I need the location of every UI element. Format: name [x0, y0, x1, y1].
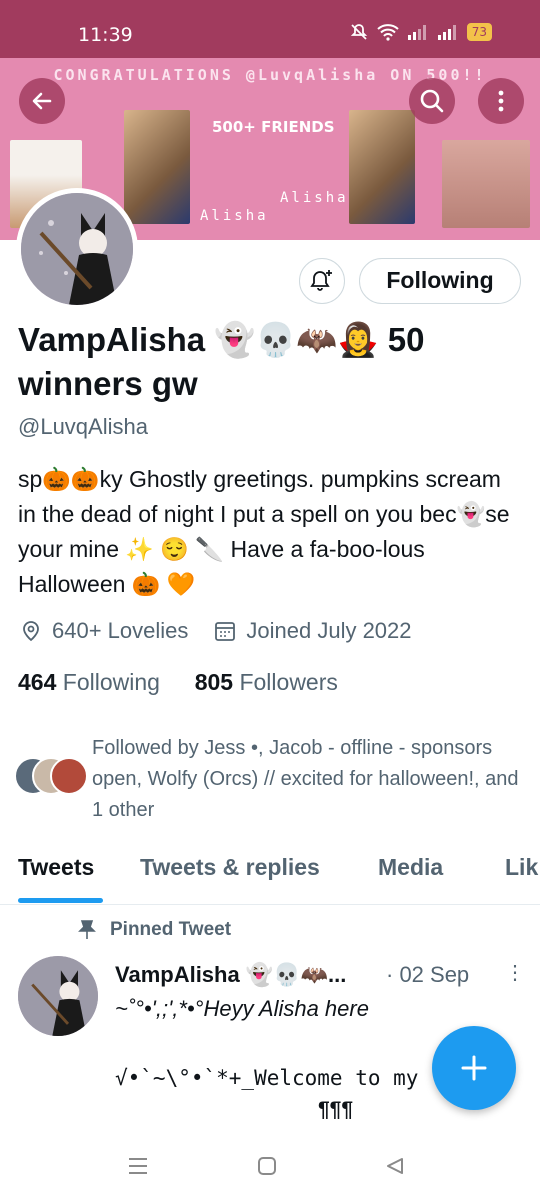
tweet-text-line: ¶¶¶: [318, 1098, 354, 1121]
follow-counts: 464 Following 805 Followers: [18, 669, 338, 696]
mute-icon: [350, 24, 367, 40]
avatar-illustration: [21, 193, 133, 305]
pinned-label: Pinned Tweet: [110, 919, 232, 940]
tweet-date: · 02 Sep: [386, 962, 470, 987]
bell-plus-icon: [310, 270, 332, 291]
banner-photo-bear-cat: [442, 140, 530, 228]
following-label: Following: [62, 669, 160, 695]
banner-friends-text: 500+ FRIENDS: [212, 118, 335, 136]
followed-by-avatars[interactable]: [14, 757, 88, 795]
more-vertical-icon: [498, 90, 504, 112]
following-link[interactable]: 464 Following: [18, 669, 160, 695]
status-icons: 73: [349, 22, 492, 42]
joined-date: Joined July 2022: [246, 618, 412, 643]
back-triangle-icon[interactable]: [385, 1156, 405, 1176]
following-button[interactable]: Following: [359, 258, 521, 304]
profile-meta: 640+ Lovelies Joined July 2022: [20, 618, 412, 644]
status-time: 11:39: [78, 24, 133, 46]
profile-bio: sp🎃🎃ky Ghostly greetings. pumpkins screa…: [18, 466, 510, 597]
tweet-avatar[interactable]: [18, 956, 98, 1036]
banner-name-text: Alisha: [280, 190, 349, 206]
back-button[interactable]: [19, 78, 65, 124]
pinned-tweet-header: Pinned Tweet: [78, 919, 231, 941]
signal-icon: [407, 25, 426, 40]
profile-avatar[interactable]: [16, 188, 138, 310]
tab-tweets[interactable]: Tweets: [18, 854, 94, 881]
user-handle: @LuvqAlisha: [18, 414, 148, 439]
followers-label: Followers: [239, 669, 338, 695]
active-tab-indicator: [18, 898, 103, 903]
tab-media[interactable]: Media: [378, 854, 443, 881]
display-name: VampAlisha 👻💀🦇🧛‍♀️ 50 winners gw: [18, 321, 425, 402]
search-icon: [420, 89, 444, 113]
pin-icon: [78, 920, 96, 939]
tweet-text-line: ~˚°•',;',*•°Heyy Alisha here: [115, 996, 369, 1021]
notifications-button[interactable]: [299, 258, 345, 304]
followed-by-text[interactable]: Followed by Jess •, Jacob - offline - sp…: [92, 733, 522, 826]
back-arrow-icon: [32, 92, 52, 110]
more-options-button[interactable]: [478, 78, 524, 124]
banner-headline: CONGRATULATIONS @LuvqAlisha ON 500!!: [53, 66, 487, 84]
profile-tabs: Tweets Tweets & replies Media Lik: [0, 840, 540, 905]
system-nav-bar: [0, 1134, 540, 1200]
tweet-more-button[interactable]: ⋮: [505, 960, 525, 985]
tab-likes[interactable]: Lik: [505, 854, 538, 881]
banner-photo-cat: [124, 110, 190, 224]
location-pin-icon: [23, 621, 39, 642]
tab-tweets-replies[interactable]: Tweets & replies: [140, 854, 320, 881]
location-text: 640+ Lovelies: [52, 618, 189, 643]
recents-icon[interactable]: [127, 1156, 149, 1176]
avatar: [50, 757, 88, 795]
banner-name-text: Alisha: [200, 208, 269, 224]
search-button[interactable]: [409, 78, 455, 124]
tweet-author[interactable]: VampAlisha 👻💀🦇...: [115, 962, 346, 988]
signal-icon: [437, 25, 456, 40]
home-icon[interactable]: [257, 1156, 277, 1176]
following-count: 464: [18, 669, 57, 695]
banner-photo-cat: [349, 110, 415, 224]
compose-tweet-button[interactable]: [432, 1026, 516, 1110]
followers-count: 805: [194, 669, 234, 695]
wifi-icon: [377, 24, 399, 41]
calendar-icon: [215, 622, 236, 641]
tweet-text-line: √•`~\°•`*+_Welcome to my: [115, 1066, 419, 1090]
battery-indicator: 73: [466, 23, 492, 41]
avatar-illustration: [18, 956, 98, 1036]
followers-link[interactable]: 805 Followers: [195, 669, 338, 695]
status-bar: 11:39 73: [0, 0, 540, 58]
plus-icon: [461, 1055, 487, 1081]
